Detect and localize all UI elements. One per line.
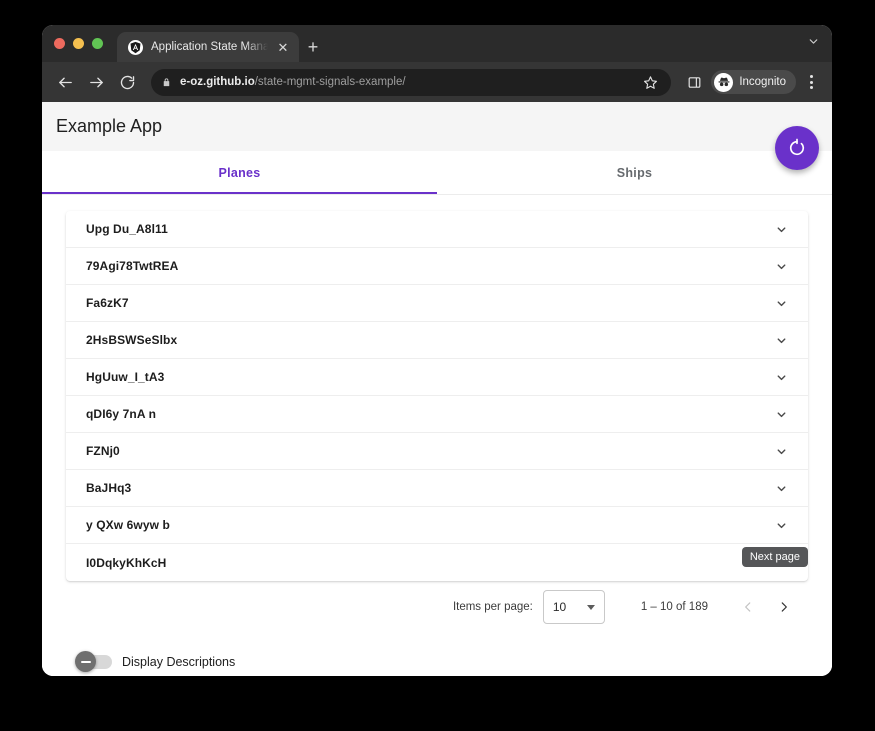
chevron-down-icon[interactable] — [807, 35, 820, 53]
paginator: Items per page: 10 1 – 10 of 189 — [66, 581, 808, 633]
new-tab-button[interactable]: + — [299, 32, 327, 62]
refresh-icon — [787, 138, 807, 158]
page-viewport: Example App Planes Ships Upg Du_A8l11 79… — [42, 102, 832, 676]
table-row[interactable]: Fa6zK7 — [66, 285, 808, 322]
angular-a-icon — [128, 39, 143, 55]
incognito-label: Incognito — [739, 76, 786, 88]
tab-active-indicator — [42, 192, 437, 194]
close-window-button[interactable] — [54, 38, 65, 49]
chevron-down-icon[interactable] — [775, 408, 788, 421]
list-item-label: FZNj0 — [86, 444, 120, 458]
chevron-right-icon — [777, 600, 791, 614]
side-panel-icon[interactable] — [681, 69, 707, 95]
minus-icon — [80, 660, 91, 663]
minimize-window-button[interactable] — [73, 38, 84, 49]
chevron-down-icon[interactable] — [775, 260, 788, 273]
tab-ships-label: Ships — [616, 165, 653, 180]
caret-down-icon — [586, 604, 595, 610]
list-item-label: I0DqkyKhKcH — [86, 555, 167, 570]
planes-list-card: Upg Du_A8l11 79Agi78TwtREA Fa6zK7 2HsBSW… — [66, 211, 808, 581]
refresh-fab-button[interactable] — [775, 126, 819, 170]
star-icon[interactable] — [639, 71, 661, 93]
previous-page-button[interactable] — [730, 589, 766, 625]
table-row[interactable]: HgUuw_I_tA3 — [66, 359, 808, 396]
incognito-icon — [714, 72, 734, 92]
chevron-down-icon[interactable] — [775, 334, 788, 347]
list-item-label: Upg Du_A8l11 — [86, 222, 168, 236]
list-item-label: Fa6zK7 — [86, 296, 129, 310]
chevron-down-icon[interactable] — [775, 371, 788, 384]
table-row[interactable]: BaJHq3 — [66, 470, 808, 507]
address-bar[interactable]: e-oz.github.io/state-mgmt-signals-exampl… — [151, 68, 672, 96]
page-title: Example App — [56, 116, 163, 136]
close-icon[interactable]: ✕ — [276, 41, 290, 54]
slide-toggle-thumb — [75, 651, 96, 672]
lock-icon — [161, 77, 172, 88]
table-row[interactable]: I0DqkyKhKcH — [66, 544, 808, 581]
incognito-chip[interactable]: Incognito — [711, 70, 796, 94]
items-per-page-value: 10 — [552, 600, 567, 614]
tab-planes-label: Planes — [218, 165, 261, 180]
chevron-down-icon[interactable] — [775, 482, 788, 495]
table-row[interactable]: FZNj0 — [66, 433, 808, 470]
display-descriptions-label: Display Descriptions — [122, 655, 236, 669]
forward-arrow-icon[interactable] — [83, 69, 110, 96]
browser-tabstrip: Application State Management ✕ + — [42, 25, 832, 62]
chevron-left-icon — [741, 600, 755, 614]
list-item-label: 79Agi78TwtREA — [86, 259, 179, 273]
page-range-label: 1 – 10 of 189 — [640, 601, 708, 613]
app-tab-group: Planes Ships — [42, 151, 832, 195]
url-path: /state-mgmt-signals-example/ — [254, 76, 406, 88]
chevron-down-icon[interactable] — [775, 223, 788, 236]
browser-tab[interactable]: Application State Management ✕ — [117, 32, 299, 62]
app-content: Upg Du_A8l11 79Agi78TwtREA Fa6zK7 2HsBSW… — [42, 195, 832, 676]
address-bar-url: e-oz.github.io/state-mgmt-signals-exampl… — [180, 76, 631, 88]
list-item-label: 2HsBSWSeSlbx — [86, 333, 178, 347]
next-page-button[interactable] — [766, 589, 802, 625]
list-item-label: qDI6y 7nA n — [86, 407, 157, 421]
window-traffic-lights — [54, 25, 117, 62]
table-row[interactable]: 2HsBSWSeSlbx — [66, 322, 808, 359]
tab-ships[interactable]: Ships — [437, 151, 832, 194]
chevron-down-icon[interactable] — [775, 519, 788, 532]
app-toolbar: Example App — [42, 102, 832, 170]
browser-tab-title: Application State Management — [151, 41, 268, 53]
table-row[interactable]: 79Agi78TwtREA — [66, 248, 808, 285]
list-item-label: BaJHq3 — [86, 481, 132, 495]
table-row[interactable]: Upg Du_A8l11 — [66, 211, 808, 248]
browser-toolbar: e-oz.github.io/state-mgmt-signals-exampl… — [42, 62, 832, 102]
display-descriptions-toggle[interactable]: Display Descriptions — [66, 651, 808, 672]
maximize-window-button[interactable] — [92, 38, 103, 49]
kebab-menu-icon[interactable] — [800, 69, 822, 95]
browser-window: Application State Management ✕ + e-oz.gi… — [42, 25, 832, 676]
table-row[interactable]: y QXw 6wyw b — [66, 507, 808, 544]
tab-planes[interactable]: Planes — [42, 151, 437, 194]
chevron-down-icon[interactable] — [775, 445, 788, 458]
back-arrow-icon[interactable] — [52, 69, 79, 96]
next-page-tooltip: Next page — [741, 547, 808, 567]
list-item-label: HgUuw_I_tA3 — [86, 370, 165, 384]
list-item-label: y QXw 6wyw b — [86, 518, 170, 532]
table-row[interactable]: qDI6y 7nA n — [66, 396, 808, 433]
reload-icon[interactable] — [114, 69, 141, 96]
url-host: e-oz.github.io — [180, 76, 255, 88]
items-per-page-label: Items per page: — [452, 601, 533, 613]
items-per-page-select[interactable]: 10 — [542, 590, 605, 624]
slide-toggle-track[interactable] — [75, 651, 112, 672]
chevron-down-icon[interactable] — [775, 297, 788, 310]
